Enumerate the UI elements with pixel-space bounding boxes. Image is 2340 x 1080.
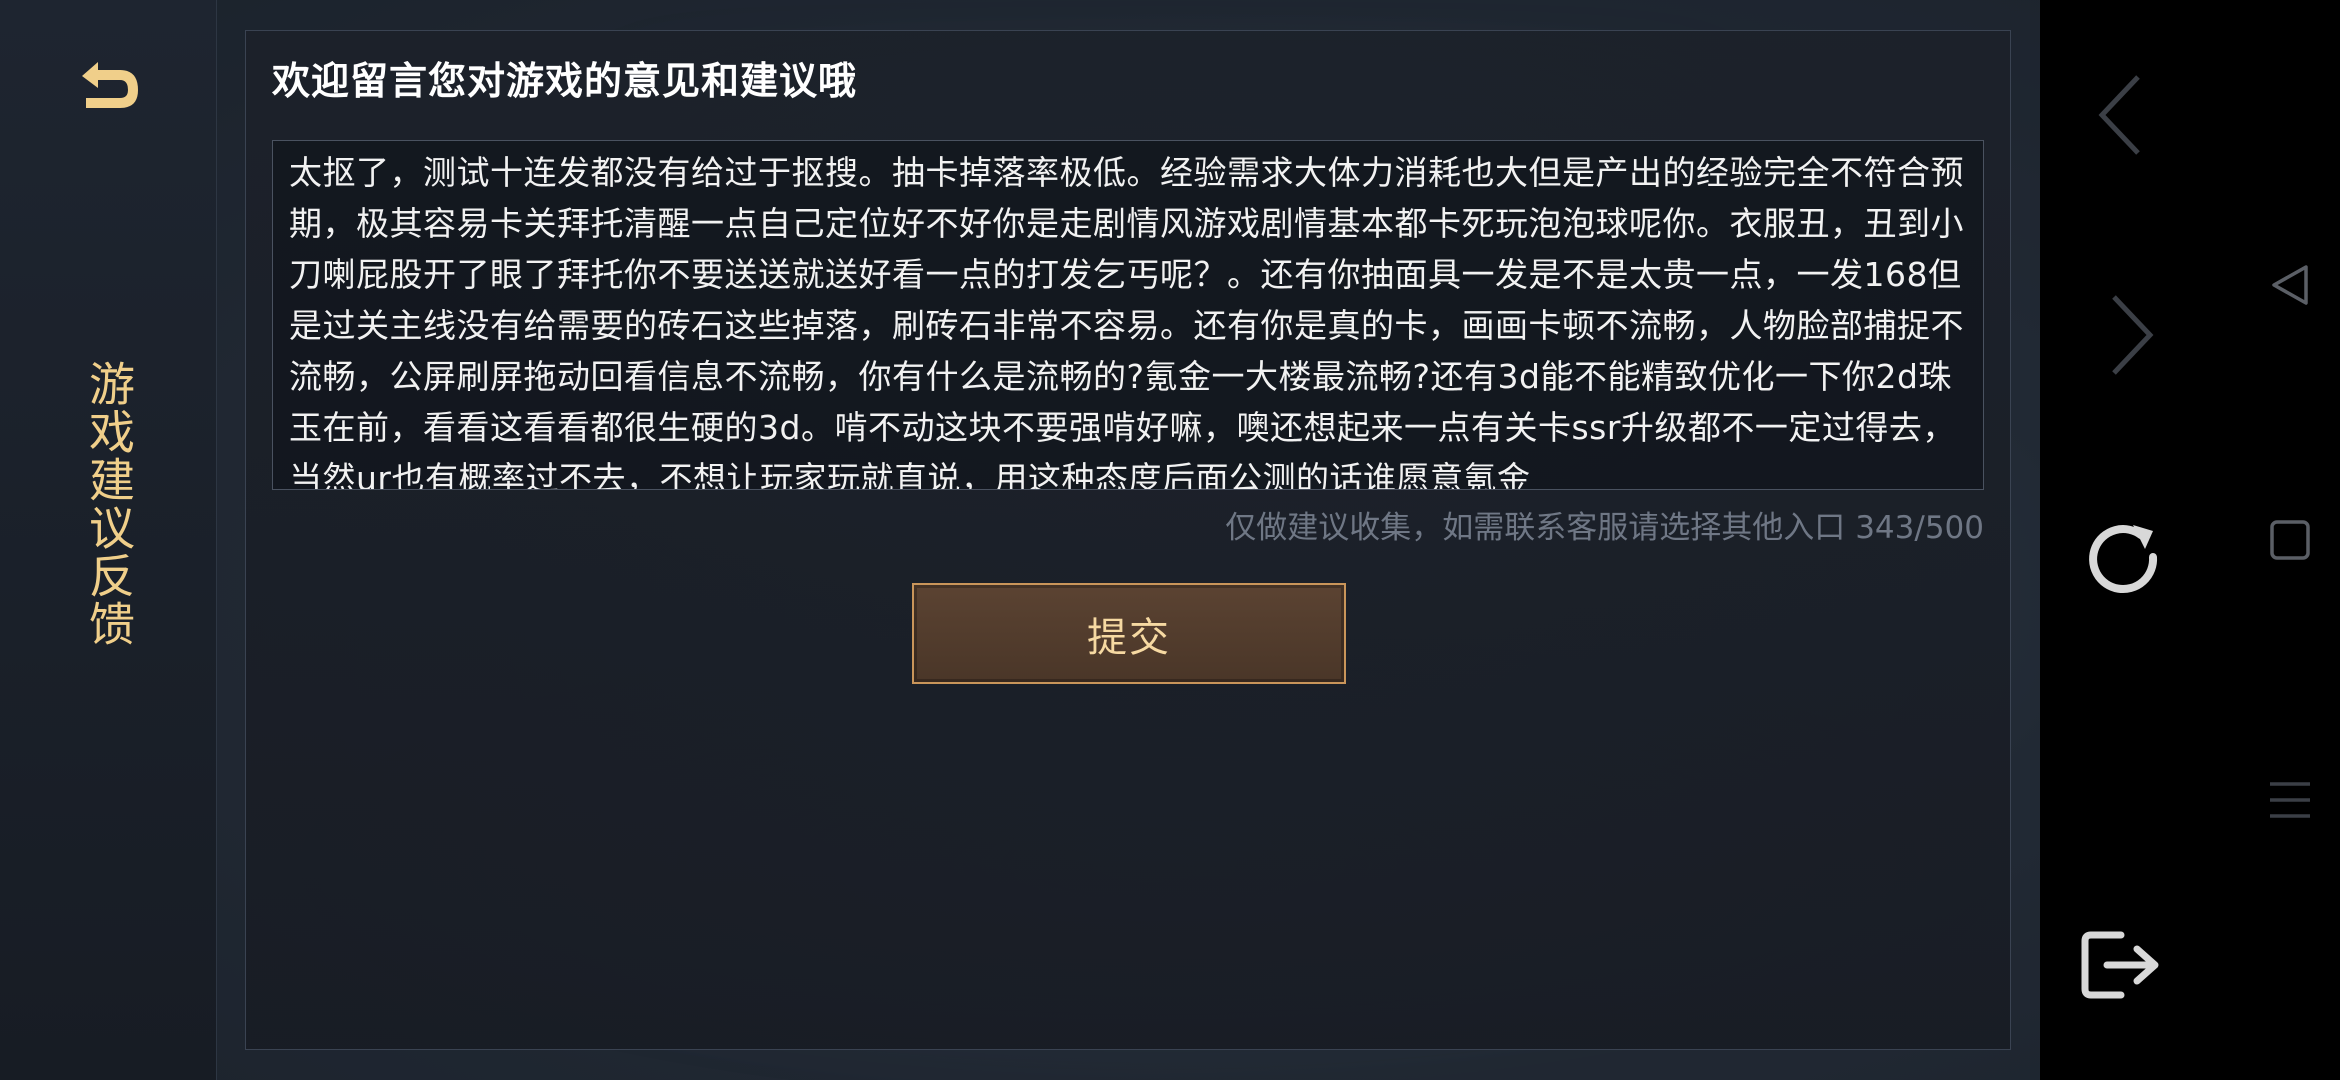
back-button[interactable] — [70, 50, 150, 120]
exit-icon[interactable] — [2070, 920, 2170, 1010]
left-sidebar: 游戏建议反馈 — [0, 0, 217, 1080]
char-counter: 343/500 — [1855, 510, 1984, 546]
square-recent-icon[interactable] — [2262, 512, 2318, 568]
game-feedback-screen: 游戏建议反馈 欢迎留言您对游戏的意见和建议哦 太抠了，测试十连发都没有给过于抠搜… — [0, 0, 2340, 1080]
menu-lines-icon[interactable] — [2258, 770, 2322, 830]
hint-line: 仅做建议收集，如需联系客服请选择其他入口 343/500 — [1225, 502, 1984, 547]
back-arrow-icon — [82, 62, 138, 108]
page-title: 游戏建议反馈 — [82, 360, 136, 648]
hint-text: 仅做建议收集，如需联系客服请选择其他入口 — [1225, 510, 1846, 546]
chevron-left-icon[interactable] — [2086, 70, 2156, 160]
feedback-textarea[interactable]: 太抠了，测试十连发都没有给过于抠搜。抽卡掉落率极低。经验需求大体力消耗也大但是产… — [272, 140, 1984, 490]
submit-button[interactable]: 提交 — [912, 583, 1346, 684]
triangle-back-icon[interactable] — [2260, 255, 2320, 315]
refresh-icon[interactable] — [2074, 510, 2174, 610]
chevron-right-icon[interactable] — [2096, 290, 2166, 380]
system-side-bar — [2040, 0, 2340, 1080]
feedback-heading: 欢迎留言您对游戏的意见和建议哦 — [272, 59, 858, 103]
feedback-textarea-value[interactable]: 太抠了，测试十连发都没有给过于抠搜。抽卡掉落率极低。经验需求大体力消耗也大但是产… — [273, 141, 1983, 489]
